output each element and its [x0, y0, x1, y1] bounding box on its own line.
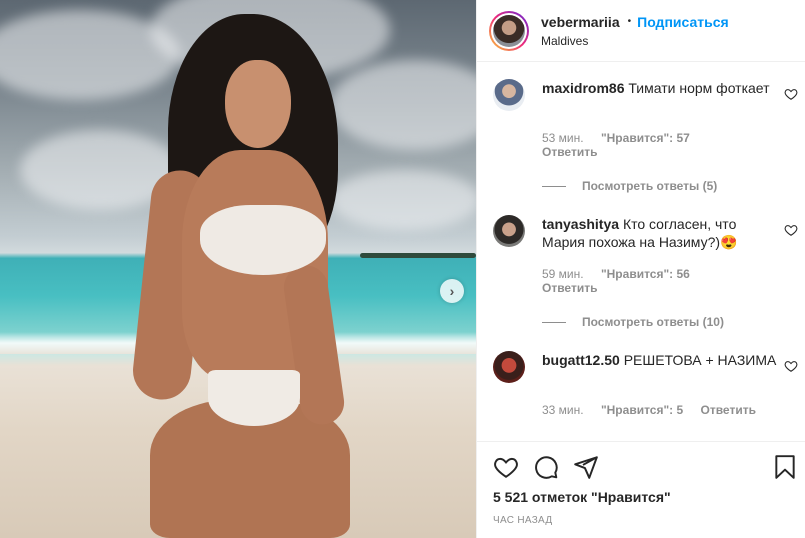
commenter-avatar[interactable]	[493, 215, 525, 247]
comment-username[interactable]: tanyashitya	[542, 216, 619, 232]
avatar-image	[493, 14, 525, 47]
comment-text-block: bugatt12.50 РЕШЕТОВА + НАЗИМА	[542, 351, 778, 369]
avatar[interactable]	[489, 10, 529, 51]
commenter-avatar[interactable]	[493, 79, 525, 111]
comment: tanyashitya Кто согласен, что Мария похо…	[493, 215, 798, 329]
bookmark-icon[interactable]	[772, 454, 798, 480]
comment-icon[interactable]	[533, 454, 559, 480]
comment-text: Тимати норм фоткает	[628, 80, 770, 96]
comment-time[interactable]: 59 мин.	[542, 267, 584, 281]
comment-username[interactable]: maxidrom86	[542, 80, 624, 96]
view-replies-label: Посмотреть ответы (5)	[582, 179, 718, 193]
post-header: vebermariia • Подписаться Maldives	[477, 0, 805, 62]
view-replies-button[interactable]: Посмотреть ответы (5)	[542, 179, 717, 193]
comment: maxidrom86 Тимати норм фоткает 53 мин. "…	[493, 79, 798, 193]
comment-time[interactable]: 53 мин.	[542, 131, 584, 145]
post-panel: vebermariia • Подписаться Maldives maxid…	[476, 0, 805, 538]
comment-likes[interactable]: "Нравится": 56	[601, 267, 690, 281]
share-icon[interactable]	[573, 454, 599, 480]
island	[360, 253, 476, 258]
cloud	[330, 60, 476, 150]
divider-line	[542, 321, 566, 323]
heart-icon[interactable]	[493, 454, 519, 480]
comment: bugatt12.50 РЕШЕТОВА + НАЗИМА 33 мин. "Н…	[493, 351, 798, 421]
chevron-right-icon: ›	[449, 283, 455, 299]
comment-text-block: tanyashitya Кто согласен, что Мария похо…	[542, 215, 778, 251]
cloud	[330, 170, 476, 230]
post-actions: 5 521 отметок "Нравится" ЧАС НАЗАД	[477, 441, 805, 538]
location-link[interactable]: Maldives	[541, 34, 729, 48]
next-photo-button[interactable]: ›	[440, 279, 464, 303]
heart-icon[interactable]	[784, 87, 798, 101]
comment-likes[interactable]: "Нравится": 5	[601, 403, 683, 417]
person-face	[225, 60, 291, 148]
comment-text: РЕШЕТОВА + НАЗИМА	[623, 352, 777, 368]
post-photo[interactable]: ›	[0, 0, 476, 538]
comment-meta: 53 мин. "Нравится": 57	[542, 131, 704, 145]
bikini-bottom	[208, 370, 300, 426]
reply-button[interactable]: Ответить	[542, 145, 597, 159]
comment-time[interactable]: 33 мин.	[542, 403, 584, 417]
post-time[interactable]: ЧАС НАЗАД	[493, 515, 552, 526]
comment-username[interactable]: bugatt12.50	[542, 352, 620, 368]
reply-button[interactable]: Ответить	[701, 403, 756, 417]
comments-list: maxidrom86 Тимати норм фоткает 53 мин. "…	[477, 63, 805, 441]
bikini-top	[200, 205, 326, 275]
view-replies-button[interactable]: Посмотреть ответы (10)	[542, 315, 724, 329]
comment-meta: 33 мин. "Нравится": 5 Ответить	[542, 403, 770, 417]
reply-button[interactable]: Ответить	[542, 281, 597, 295]
commenter-avatar[interactable]	[493, 351, 525, 383]
comment-text-block: maxidrom86 Тимати норм фоткает	[542, 79, 778, 97]
post-author-username[interactable]: vebermariia	[541, 14, 620, 30]
comment-likes[interactable]: "Нравится": 57	[601, 131, 690, 145]
divider-line	[542, 185, 566, 187]
like-count[interactable]: 5 521 отметок "Нравится"	[493, 489, 671, 505]
follow-button[interactable]: Подписаться	[637, 14, 729, 30]
separator-dot: •	[627, 16, 632, 27]
heart-icon[interactable]	[784, 359, 798, 373]
view-replies-label: Посмотреть ответы (10)	[582, 315, 724, 329]
heart-icon[interactable]	[784, 223, 798, 237]
comment-meta: 59 мин. "Нравится": 56	[542, 267, 704, 281]
